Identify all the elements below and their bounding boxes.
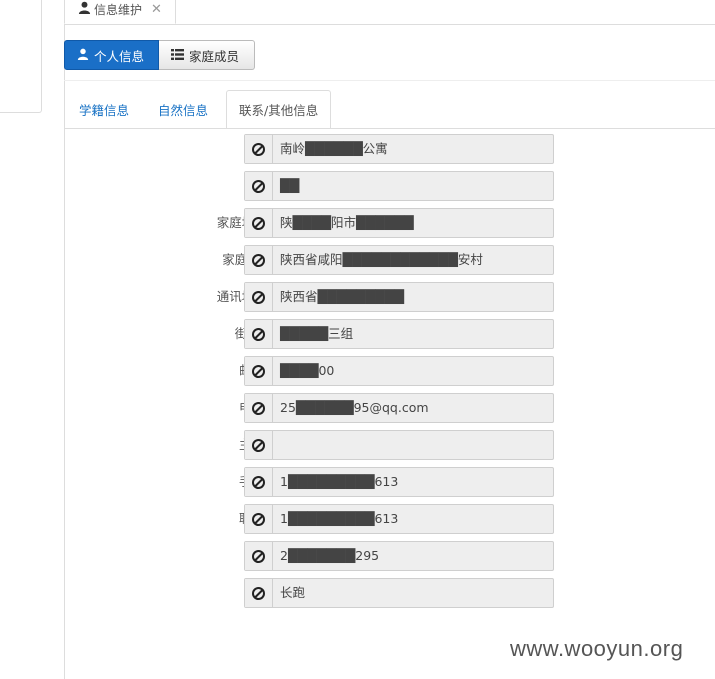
disabled-addon bbox=[245, 394, 273, 422]
disabled-addon bbox=[245, 431, 273, 459]
disabled-addon bbox=[245, 579, 273, 607]
form-row: 手机号码1█████████613 bbox=[64, 467, 715, 497]
profile-button-group: 个人信息 家庭成员 bbox=[64, 40, 255, 70]
disabled-addon bbox=[245, 505, 273, 533]
form-row: 公寓南岭██████公寓 bbox=[64, 134, 715, 164]
field-value: 2███████295 bbox=[280, 548, 380, 563]
field-value: 1█████████613 bbox=[280, 474, 399, 489]
field-value: 1█████████613 bbox=[280, 511, 399, 526]
form-row: 邮政编码████00 bbox=[64, 356, 715, 386]
form-row: 主页地址 bbox=[64, 430, 715, 460]
ban-icon bbox=[252, 401, 265, 415]
ban-icon bbox=[252, 216, 265, 230]
field-input[interactable]: ████00 bbox=[244, 356, 554, 386]
field-value: 陕西省咸阳████████████安村 bbox=[280, 252, 483, 267]
button-label: 家庭成员 bbox=[189, 48, 240, 64]
field-input[interactable]: 2███████295 bbox=[244, 541, 554, 571]
tab-academic-info[interactable]: 学籍信息 bbox=[79, 90, 129, 128]
field-input[interactable]: 25██████95@qq.com bbox=[244, 393, 554, 423]
tab-label: 联系/其他信息 bbox=[239, 103, 319, 118]
form-row: 家庭地址(县)陕████阳市██████ bbox=[64, 208, 715, 238]
tab-label: 自然信息 bbox=[158, 102, 209, 118]
field-value: 25██████95@qq.com bbox=[280, 400, 429, 415]
field-value: 陕西省█████████ bbox=[280, 289, 405, 304]
tab-contact-info[interactable]: 联系/其他信息 bbox=[226, 90, 332, 129]
ban-icon bbox=[252, 142, 265, 156]
field-value: 南岭██████公寓 bbox=[280, 141, 388, 156]
disabled-addon bbox=[245, 135, 273, 163]
ban-icon bbox=[252, 253, 265, 267]
personal-info-button[interactable]: 个人信息 bbox=[64, 40, 159, 70]
field-input[interactable] bbox=[244, 430, 554, 460]
form-row: 电子信箱25██████95@qq.com bbox=[64, 393, 715, 423]
field-value: 长跑 bbox=[280, 585, 306, 600]
field-value bbox=[273, 431, 280, 459]
ban-icon bbox=[252, 512, 265, 526]
field-input[interactable]: 陕████阳市██████ bbox=[244, 208, 554, 238]
list-icon bbox=[171, 48, 184, 63]
ban-icon bbox=[252, 364, 265, 378]
tab-info-maintenance[interactable]: 信息维护 ✕ bbox=[64, 0, 176, 24]
field-input[interactable]: ██ bbox=[244, 171, 554, 201]
disabled-addon bbox=[245, 320, 273, 348]
form-row: 寝室号██ bbox=[64, 171, 715, 201]
disabled-addon bbox=[245, 209, 273, 237]
form-row: 街道号/村█████三组 bbox=[64, 319, 715, 349]
disabled-addon bbox=[245, 357, 273, 385]
field-value: █████三组 bbox=[280, 326, 354, 341]
disabled-addon bbox=[245, 542, 273, 570]
form-row: 家庭住址/村陕西省咸阳████████████安村 bbox=[64, 245, 715, 275]
form-row: QQ号码2███████295 bbox=[64, 541, 715, 571]
ban-icon bbox=[252, 438, 265, 452]
ban-icon bbox=[252, 475, 265, 489]
tab-divider bbox=[64, 128, 715, 129]
field-value: ████00 bbox=[280, 363, 335, 378]
disabled-addon bbox=[245, 246, 273, 274]
form-row: 特长长跑 bbox=[64, 578, 715, 608]
ban-icon bbox=[252, 327, 265, 341]
field-value: 陕████阳市██████ bbox=[280, 215, 414, 230]
tab-natural-info[interactable]: 自然信息 bbox=[158, 90, 208, 128]
close-icon[interactable]: ✕ bbox=[151, 2, 162, 17]
field-input[interactable]: 长跑 bbox=[244, 578, 554, 608]
field-input[interactable]: 南岭██████公寓 bbox=[244, 134, 554, 164]
ban-icon bbox=[252, 549, 265, 563]
user-icon bbox=[77, 48, 89, 63]
ban-icon bbox=[252, 290, 265, 304]
field-input[interactable]: 陕西省█████████ bbox=[244, 282, 554, 312]
ban-icon bbox=[252, 586, 265, 600]
disabled-addon bbox=[245, 172, 273, 200]
form-row: 联系电话1█████████613 bbox=[64, 504, 715, 534]
field-input[interactable]: █████三组 bbox=[244, 319, 554, 349]
field-input[interactable]: 1█████████613 bbox=[244, 504, 554, 534]
left-panel bbox=[0, 0, 42, 113]
button-label: 个人信息 bbox=[94, 48, 145, 64]
divider bbox=[64, 80, 715, 81]
field-input[interactable]: 陕西省咸阳████████████安村 bbox=[244, 245, 554, 275]
tab-label: 信息维护 bbox=[94, 2, 143, 17]
disabled-addon bbox=[245, 283, 273, 311]
form-row: 通讯地址(县)陕西省█████████ bbox=[64, 282, 715, 312]
disabled-addon bbox=[245, 468, 273, 496]
field-input[interactable]: 1█████████613 bbox=[244, 467, 554, 497]
user-icon bbox=[78, 1, 91, 17]
family-members-button[interactable]: 家庭成员 bbox=[159, 40, 255, 70]
tab-label: 学籍信息 bbox=[79, 102, 130, 118]
ban-icon bbox=[252, 179, 265, 193]
watermark: www.wooyun.org bbox=[510, 636, 684, 661]
top-tabbar: 信息维护 ✕ bbox=[64, 0, 715, 25]
field-value: ██ bbox=[280, 178, 300, 193]
